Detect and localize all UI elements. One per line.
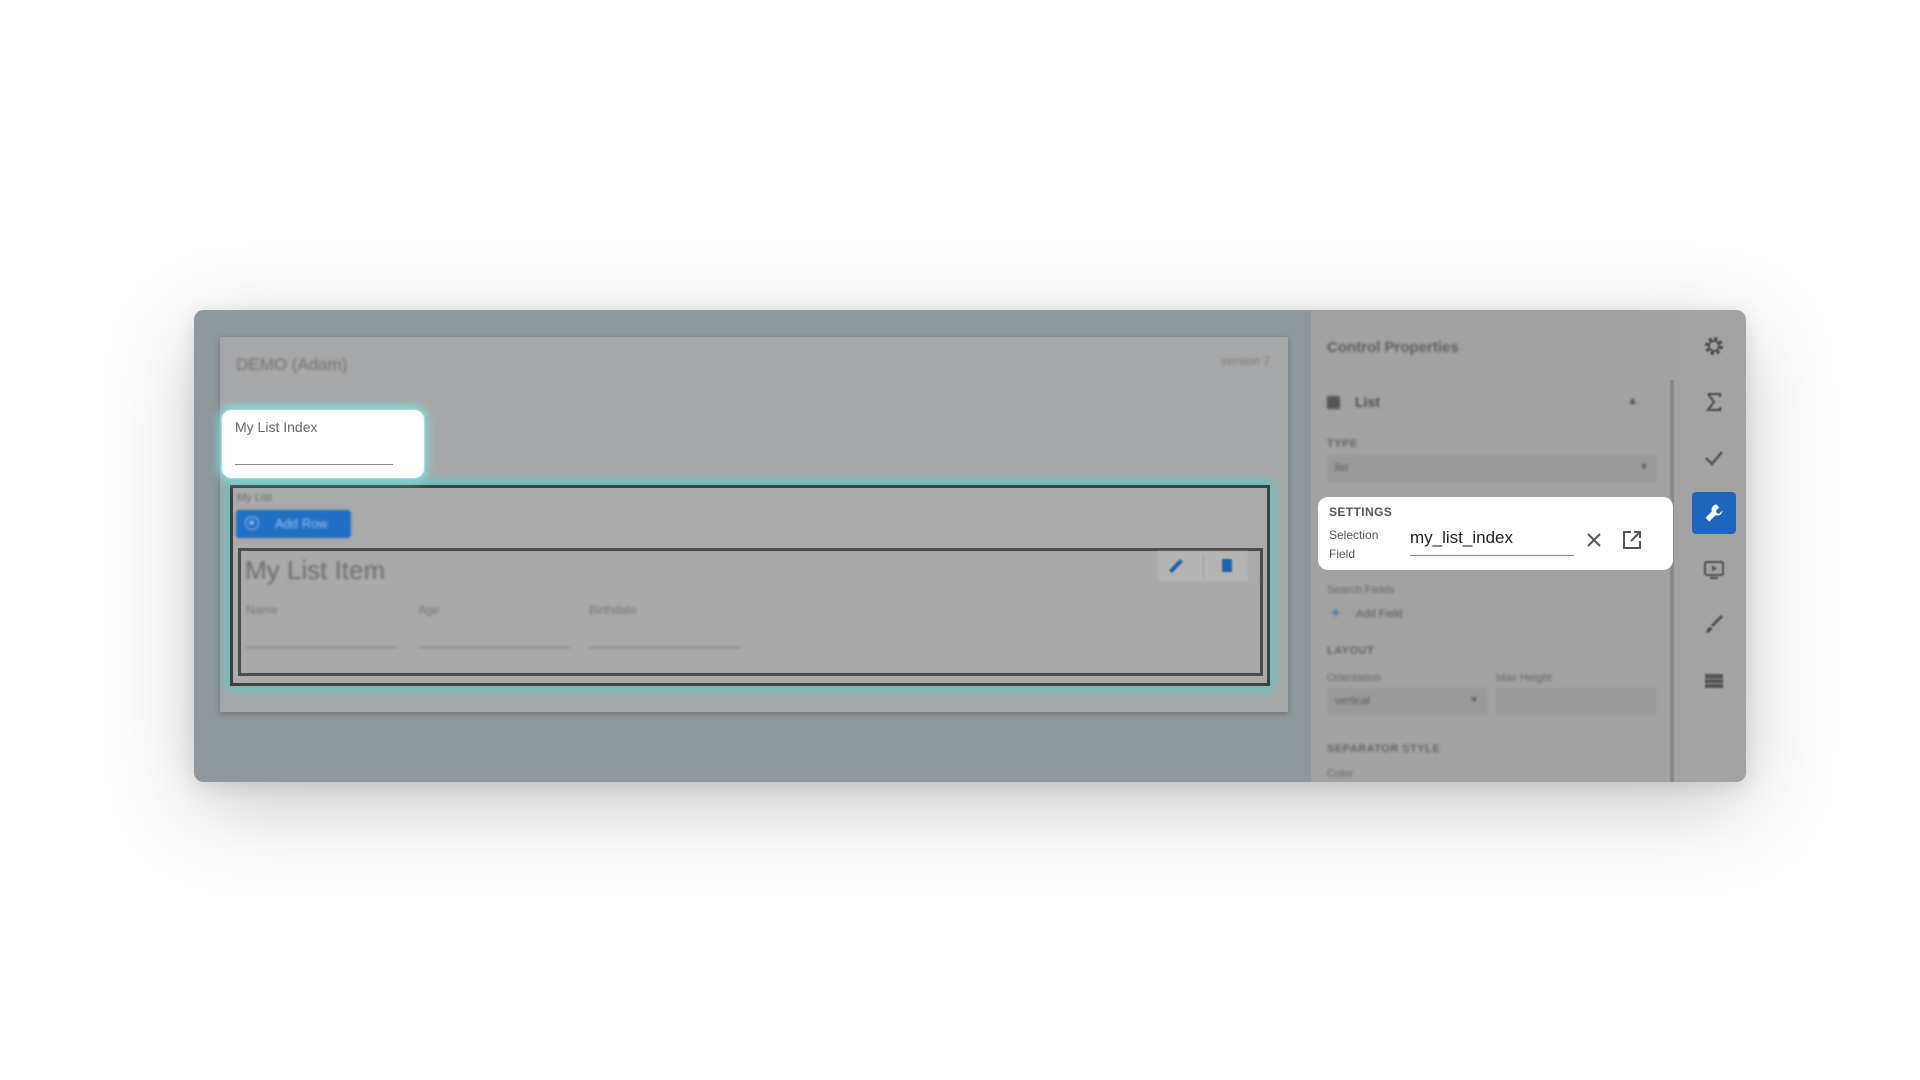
my-list-index-field[interactable]: My List Index [222,410,424,478]
max-height-input[interactable] [1496,688,1656,715]
field-name[interactable]: Name [246,603,398,653]
field-underline [589,647,741,648]
field-birthdate-label: Birthdate [589,603,638,617]
close-icon [1587,533,1601,547]
panel-scrollbar[interactable] [1670,380,1674,782]
icon-rail [1682,310,1746,782]
clear-selection-button[interactable] [1583,529,1605,551]
section-name: List [1355,394,1380,410]
form-version: version 7 [1221,354,1270,368]
chevron-down-icon: ▼ [1639,462,1649,473]
add-row-button[interactable]: Add Row [236,510,351,538]
check-icon [1705,451,1723,466]
properties-rail-button[interactable] [1692,492,1736,534]
add-field-link[interactable]: Add Field [1356,608,1402,620]
my-list-index-label: My List Index [235,419,318,435]
action-divider [1203,554,1204,578]
sigma-rail-button[interactable] [1692,381,1736,423]
layout-caption: LAYOUT [1327,645,1375,657]
search-fields-label: Search Fields [1327,584,1395,596]
orientation-label: Orientation [1327,672,1381,684]
selection-field-underline [1410,555,1574,556]
delete-icon[interactable] [1222,559,1232,572]
add-circle-icon [245,516,259,530]
gear-icon [1705,337,1723,355]
orientation-value: vertical [1335,695,1370,707]
orientation-select[interactable]: vertical ▼ [1327,688,1487,715]
open-field-button[interactable] [1621,529,1643,551]
form-canvas: DEMO (Adam) version 7 My List Add Row My… [194,310,1311,782]
input-underline [235,464,393,465]
field-birthdate[interactable]: Birthdate [589,603,741,653]
type-caption: TYPE [1327,438,1358,450]
list-item-title: My List Item [245,555,386,585]
selection-field-label: Selection Field [1329,528,1379,561]
settings-caption: SETTINGS [1329,505,1393,519]
resize-handle[interactable] [1260,576,1266,584]
my-list-index-input[interactable] [235,440,397,464]
table-icon [1705,674,1723,688]
chevron-up-icon[interactable]: ▲ [1627,395,1638,407]
edit-icon[interactable] [1168,558,1184,574]
preview-rail-button[interactable] [1692,548,1736,590]
separator-caption: SEPARATOR STYLE [1327,743,1441,755]
wrench-icon [1705,504,1723,522]
data-rail-button[interactable] [1692,660,1736,702]
validation-rail-button[interactable] [1692,437,1736,479]
chevron-down-icon: ▼ [1469,695,1479,706]
add-row-label: Add Row [275,516,328,531]
max-height-label: Max Height [1496,672,1552,684]
section-list-header[interactable]: List ▲ [1327,393,1652,413]
selection-field-value[interactable]: my_list_index [1410,528,1513,548]
form-title: DEMO (Adam) [236,355,348,374]
preview-icon [1704,561,1724,579]
list-item[interactable]: My List Item Name Age Birthdate [238,548,1263,676]
color-label: Color [1327,768,1354,780]
type-select[interactable]: list ▼ [1327,455,1657,482]
sigma-icon [1705,392,1722,412]
field-age-label: Age [418,603,440,617]
list-control[interactable]: My List Add Row My List Item Name Age Bi… [230,485,1270,686]
settings-section: SETTINGS Selection Field my_list_index [1318,497,1673,570]
plus-icon: + [1331,605,1341,622]
list-item-actions [1158,551,1248,581]
field-name-label: Name [246,603,279,617]
panel-title: Control Properties [1327,339,1459,356]
field-underline [418,647,570,648]
settings-rail-button[interactable] [1692,325,1736,367]
list-icon [1327,396,1340,409]
open-external-icon [1623,531,1641,549]
type-select-value: list [1335,462,1349,474]
field-underline [246,647,398,648]
brush-icon [1706,614,1724,633]
field-age[interactable]: Age [418,603,570,653]
style-rail-button[interactable] [1692,604,1736,646]
list-label: My List [237,492,272,504]
